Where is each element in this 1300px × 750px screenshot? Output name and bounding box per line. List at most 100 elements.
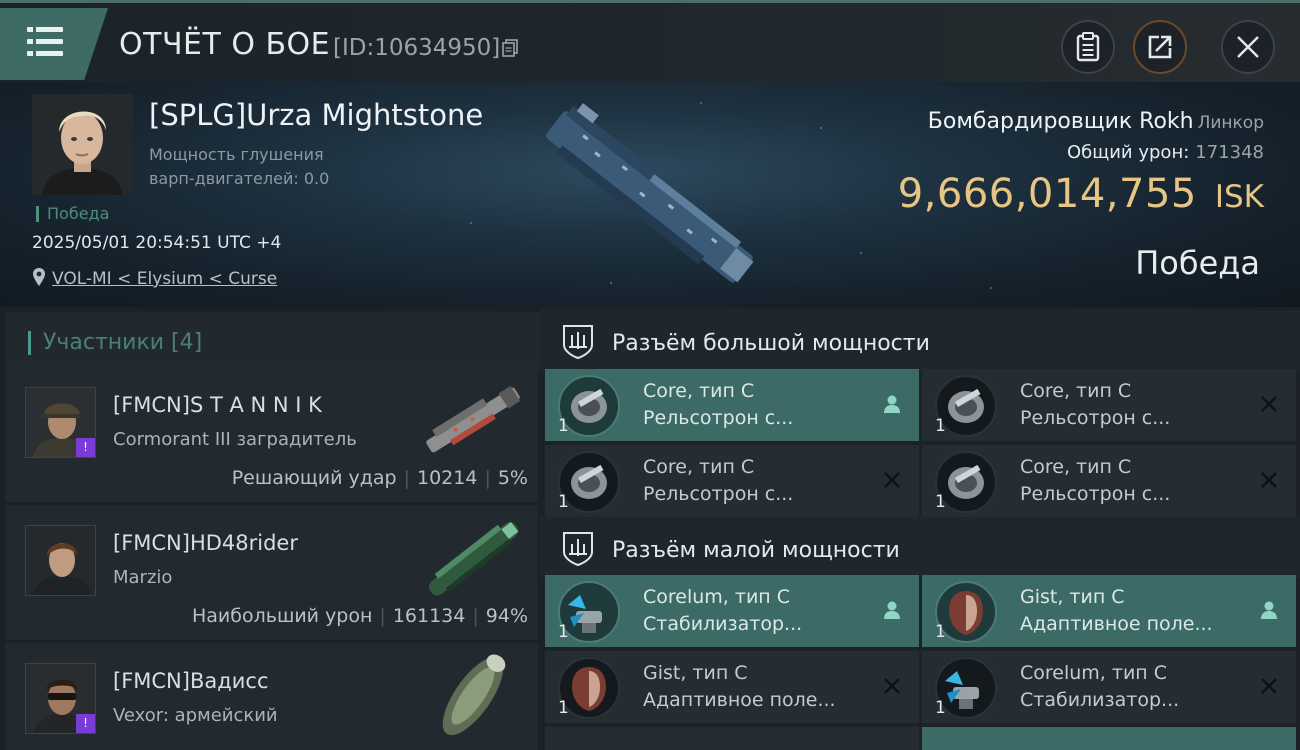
close-icon (884, 472, 900, 488)
module-name: Corelum, тип C (1020, 662, 1168, 684)
share-button[interactable] (1133, 20, 1187, 74)
badge-icon: ǃ (76, 438, 95, 457)
victim-avatar[interactable] (32, 94, 133, 195)
participants-header: Участники [4] (5, 312, 540, 372)
participant-ship-image (426, 385, 521, 453)
participant-percent: 5% (497, 467, 528, 489)
total-damage-value: 171348 (1195, 142, 1264, 163)
ship-class: Линкор (1197, 113, 1264, 133)
module-slot[interactable]: 1 Corelum, тип C Стабилизатор... (922, 651, 1296, 723)
person-icon (884, 601, 900, 619)
victim-panel: [SPLG]Urza Mightstone Мощность глушения … (0, 82, 1300, 307)
module-slot[interactable] (922, 727, 1296, 750)
participant-avatar (25, 525, 96, 596)
module-type: Адаптивное поле... (643, 689, 836, 711)
participant-row[interactable]: [FMCN]HD48rider Marzio Наибольший урон | 1… (5, 505, 538, 640)
close-icon (1237, 36, 1259, 58)
result-label: Победа (1135, 244, 1260, 282)
clipboard-button[interactable] (1061, 20, 1115, 74)
participant-avatar: ǃ (25, 663, 96, 734)
module-slot[interactable]: 1 Corelum, тип C Стабилизатор... (545, 575, 919, 647)
close-icon (1261, 678, 1277, 694)
fitting-panel: Разъём большой мощности 1 Core, тип C Ре… (540, 307, 1300, 750)
module-qty: 1 (558, 622, 569, 642)
badge-icon: ǃ (76, 714, 95, 733)
low-slot-title: Разъём малой мощности (612, 538, 900, 563)
close-icon (1261, 396, 1277, 412)
module-name: Core, тип C (643, 380, 755, 402)
location-link[interactable]: VOL-MI < Elysium < Curse (32, 267, 277, 289)
participant-name: [FMCN]S T A N N I K (113, 393, 322, 417)
victim-name[interactable]: [SPLG]Urza Mightstone (149, 98, 483, 132)
participant-ship: Cormorant III заградитель (113, 429, 357, 450)
module-name: Core, тип C (643, 456, 755, 478)
module-qty: 1 (935, 622, 946, 642)
participant-damage: 161134 (392, 605, 466, 627)
report-id: [ID:10634950] (333, 35, 501, 61)
module-name: Gist, тип C (643, 662, 748, 684)
participant-role: Наибольший урон (191, 605, 373, 627)
close-icon (1261, 472, 1277, 488)
module-qty: 1 (935, 416, 946, 436)
participant-percent: 94% (485, 605, 528, 627)
low-slot-icon (563, 532, 593, 566)
high-slot-title: Разъём большой мощности (612, 331, 930, 356)
module-qty: 1 (558, 698, 569, 718)
participants-panel: Участники [4] ǃ [FMCN]S T A N N I K Corm… (0, 307, 540, 750)
module-slot[interactable] (545, 727, 919, 750)
high-slot-header: Разъём большой мощности (540, 310, 1300, 371)
module-slot[interactable]: 1 Gist, тип C Адаптивное поле... (545, 651, 919, 723)
location-text[interactable]: VOL-MI < Elysium < Curse (52, 269, 277, 289)
victim-ship-image (545, 103, 754, 283)
result-tag: Победа (36, 206, 109, 222)
participants-title: Участники [4] (28, 331, 202, 355)
participant-row[interactable]: ǃ [FMCN]S T A N N I K Cormorant III загр… (5, 367, 538, 502)
module-type: Рельсотрон с... (643, 407, 794, 429)
participant-stats: Решающий удар | 10214 | 5% (231, 467, 528, 489)
module-slot[interactable]: 1 Core, тип C Рельсотрон с... (922, 445, 1296, 517)
kill-datetime: 2025/05/01 20:54:51 UTC +4 (32, 233, 282, 253)
module-type: Рельсотрон с... (643, 483, 794, 505)
person-icon (1261, 601, 1277, 619)
total-damage-label: Общий урон: (1067, 142, 1190, 163)
module-slot[interactable]: 1 Gist, тип C Адаптивное поле... (922, 575, 1296, 647)
participant-name: [FMCN]HD48rider (113, 531, 298, 555)
module-name: Core, тип C (1020, 380, 1132, 402)
module-name: Core, тип C (1020, 456, 1132, 478)
close-icon (884, 678, 900, 694)
total-damage: Общий урон: 171348 (1067, 142, 1264, 163)
participant-row[interactable]: ǃ [FMCN]Вадисс Vexor: армейский (5, 643, 538, 750)
module-slot[interactable]: 1 Core, тип C Рельсотрон с... (545, 369, 919, 441)
module-qty: 1 (935, 698, 946, 718)
ship-type[interactable]: Бомбардировщик Rokh Линкор (928, 109, 1264, 134)
module-qty: 1 (935, 492, 946, 512)
person-icon (884, 395, 900, 413)
module-slot[interactable]: 1 Core, тип C Рельсотрон с... (922, 369, 1296, 441)
isk-currency: ISK (1214, 179, 1264, 215)
high-slot-icon (563, 325, 593, 359)
close-button[interactable] (1221, 20, 1275, 74)
module-type: Стабилизатор... (1020, 689, 1180, 711)
copy-icon[interactable] (502, 39, 518, 57)
module-slot[interactable]: 1 Core, тип C Рельсотрон с... (545, 445, 919, 517)
module-type: Рельсотрон с... (1020, 483, 1171, 505)
module-name: Gist, тип C (1020, 586, 1125, 608)
participant-ship: Vexor: армейский (113, 705, 278, 726)
participant-ship: Marzio (113, 567, 173, 588)
clipboard-icon (1076, 32, 1100, 62)
module-qty: 1 (558, 492, 569, 512)
module-type: Рельсотрон с... (1020, 407, 1171, 429)
warp-scramble-label: Мощность глушения варп-двигателей: 0.0 (149, 145, 330, 188)
participant-stats: Наибольший урон | 161134 | 94% (191, 605, 528, 627)
participant-role: Решающий удар (231, 467, 397, 489)
low-slot-header: Разъём малой мощности (540, 517, 1300, 578)
participant-ship-image (428, 522, 519, 596)
participant-ship-image (442, 654, 506, 736)
menu-button[interactable] (0, 8, 108, 80)
map-pin-icon (33, 268, 45, 286)
share-icon (1148, 35, 1172, 59)
module-name: Corelum, тип C (643, 586, 791, 608)
participant-damage: 10214 (416, 467, 478, 489)
module-type: Адаптивное поле... (1020, 613, 1213, 635)
page-title: ОТЧЁТ О БОЕ (119, 27, 331, 62)
